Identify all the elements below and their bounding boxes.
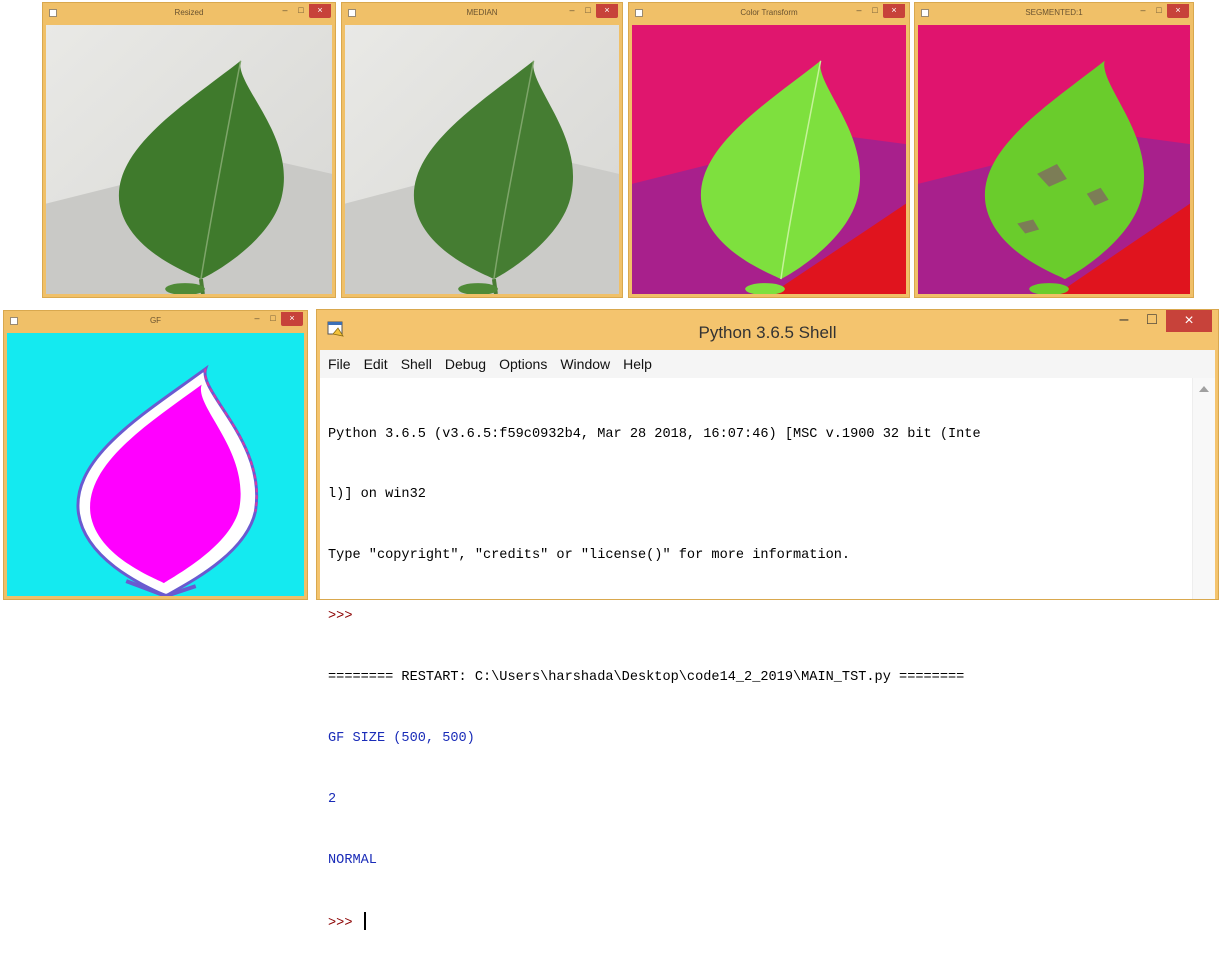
shell-text-area[interactable]: Python 3.6.5 (v3.6.5:f59c0932b4, Mar 28 … xyxy=(320,378,1215,931)
close-button[interactable]: × xyxy=(596,4,618,18)
maximize-button[interactable]: □ xyxy=(580,4,596,18)
close-button[interactable]: × xyxy=(883,4,905,18)
resized-window: Resized – □ × xyxy=(42,2,336,298)
menu-shell[interactable]: Shell xyxy=(401,356,432,372)
image-view xyxy=(345,25,619,294)
window-title: Python 3.6.5 Shell xyxy=(698,323,837,342)
gf-leaf-image xyxy=(7,333,304,596)
shell-prompt: >>> xyxy=(328,609,353,625)
menu-edit[interactable]: Edit xyxy=(364,356,388,372)
segmented-window: SEGMENTED:1 – □ × xyxy=(914,2,1194,298)
title-bar[interactable]: GF – □ × xyxy=(4,311,307,333)
menu-debug[interactable]: Debug xyxy=(445,356,486,372)
menu-bar: File Edit Shell Debug Options Window Hel… xyxy=(320,350,1215,378)
shell-prompt: >>> xyxy=(328,915,361,931)
title-bar[interactable]: MEDIAN – □ × xyxy=(342,3,622,25)
maximize-button[interactable]: □ xyxy=(867,4,883,18)
close-button[interactable]: × xyxy=(309,4,331,18)
title-bar[interactable]: Resized – □ × xyxy=(43,3,335,25)
python-shell-window: Python 3.6.5 Shell – □ × File Edit Shell… xyxy=(316,309,1219,931)
title-bar[interactable]: Color Transform – □ × xyxy=(629,3,909,25)
active-prompt-line[interactable]: >>> xyxy=(328,911,1189,932)
restart-banner: ======== RESTART: C:\Users\harshada\Desk… xyxy=(328,670,965,686)
image-view xyxy=(46,25,332,294)
maximize-button[interactable]: □ xyxy=(265,312,281,326)
minimize-button[interactable]: – xyxy=(564,4,580,18)
color-transform-window: Color Transform – □ × xyxy=(628,2,910,298)
shell-output: Python 3.6.5 (v3.6.5:f59c0932b4, Mar 28 … xyxy=(328,384,1189,973)
image-view xyxy=(918,25,1190,294)
menu-file[interactable]: File xyxy=(328,356,351,372)
menu-window[interactable]: Window xyxy=(560,356,610,372)
output-line: GF SIZE (500, 500) xyxy=(328,731,475,747)
leaf-image xyxy=(632,25,906,294)
close-button[interactable]: × xyxy=(281,312,303,326)
median-window: MEDIAN – □ × xyxy=(341,2,623,298)
scroll-up-arrow-icon[interactable] xyxy=(1199,386,1209,392)
title-bar[interactable]: Python 3.6.5 Shell – □ × xyxy=(317,310,1218,350)
close-button[interactable]: × xyxy=(1166,310,1212,332)
maximize-button[interactable]: □ xyxy=(293,4,309,18)
output-line: 2 xyxy=(328,791,337,807)
menu-options[interactable]: Options xyxy=(499,356,547,372)
shell-line: l)] on win32 xyxy=(328,487,426,503)
close-button[interactable]: × xyxy=(1167,4,1189,18)
leaf-image xyxy=(345,25,619,294)
leaf-image xyxy=(46,25,332,294)
vertical-scrollbar[interactable] xyxy=(1192,378,1215,599)
image-view xyxy=(632,25,906,294)
minimize-button[interactable]: – xyxy=(277,4,293,18)
minimize-button[interactable]: – xyxy=(851,4,867,18)
shell-line: Type "copyright", "credits" or "license(… xyxy=(328,548,851,564)
gf-window: GF – □ × xyxy=(3,310,308,600)
maximize-button[interactable]: □ xyxy=(1138,310,1166,332)
shell-line: Python 3.6.5 (v3.6.5:f59c0932b4, Mar 28 … xyxy=(328,426,981,442)
leaf-image xyxy=(918,25,1190,294)
image-view xyxy=(7,333,304,596)
maximize-button[interactable]: □ xyxy=(1151,4,1167,18)
menu-help[interactable]: Help xyxy=(623,356,652,372)
text-cursor xyxy=(363,911,366,930)
minimize-button[interactable]: – xyxy=(1110,310,1138,332)
minimize-button[interactable]: – xyxy=(249,312,265,326)
output-line: NORMAL xyxy=(328,852,377,868)
title-bar[interactable]: SEGMENTED:1 – □ × xyxy=(915,3,1193,25)
minimize-button[interactable]: – xyxy=(1135,4,1151,18)
